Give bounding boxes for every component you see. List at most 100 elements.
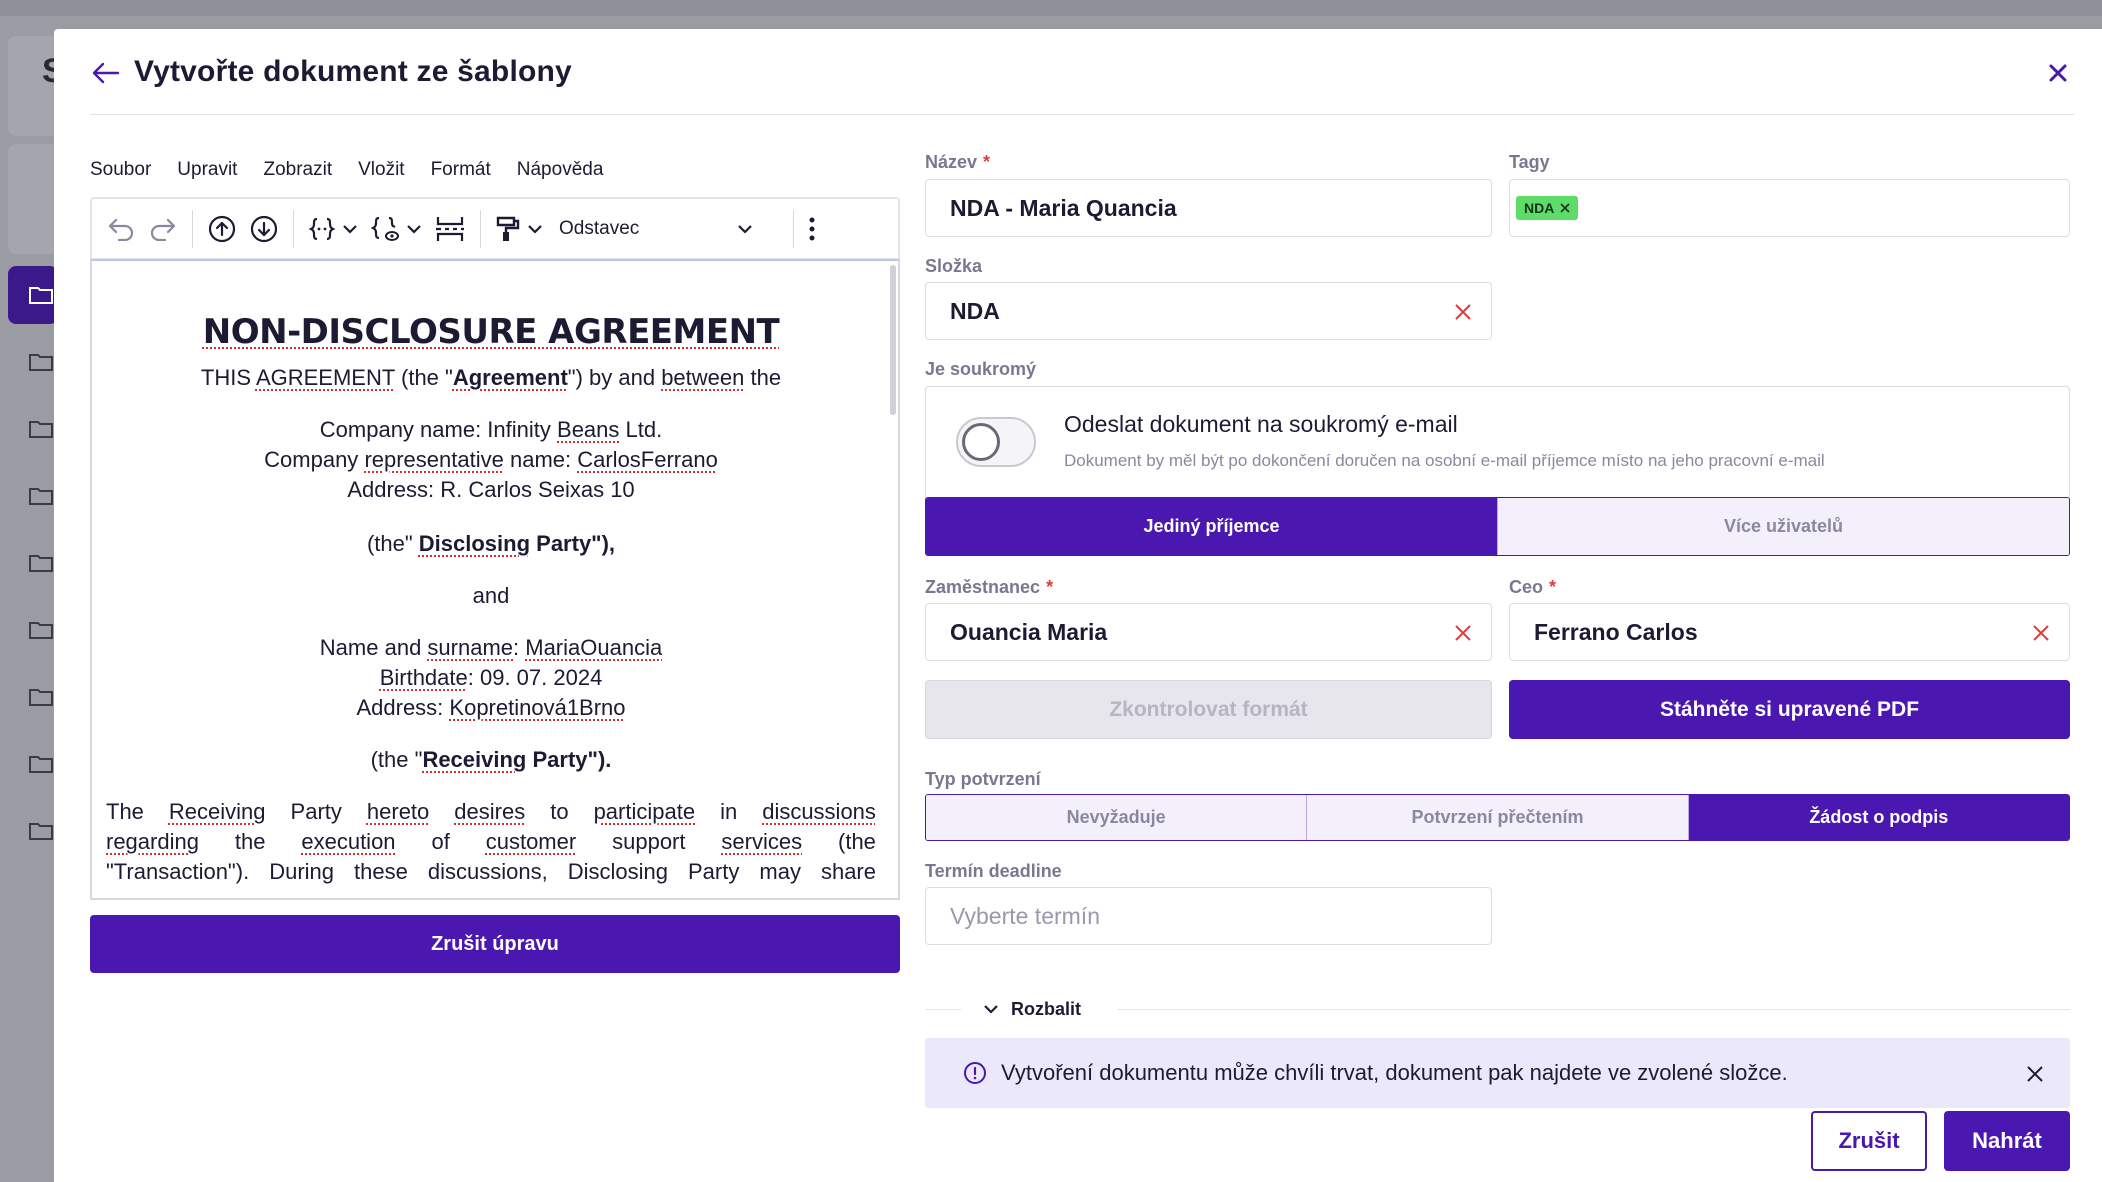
doc-company-address: Address: R. Carlos Seixas 10 [347,477,635,502]
back-button[interactable] [90,57,122,89]
private-label: Je soukromý [925,359,1037,379]
doc-receiving-party: (the "Receiving Party"). [370,747,612,772]
info-banner: Vytvoření dokumentu může chvíli trvat, d… [925,1038,2070,1108]
tag-chip: NDA [1516,196,1579,220]
block-format-select[interactable]: Odstavec [549,209,765,249]
folder-icon [28,486,54,506]
ceo-select[interactable]: Ferrano Carlos [1509,603,2070,661]
doc-person-name: Name and surname: MariaOuancia [319,635,663,660]
undo-button[interactable] [100,209,142,249]
document-editor[interactable]: NON-DISCLOSURE AGREEMENT THIS AGREEMENT … [90,259,900,900]
create-document-modal: Vytvořte dokument ze šablony Soubor Upra… [54,29,2102,1182]
document-heading: NON-DISCLOSURE AGREEMENT [202,312,780,352]
folder-icon [28,687,54,707]
folder-icon [28,419,54,439]
menu-format[interactable]: Formát [431,159,517,189]
confirm-read-tab[interactable]: Potvrzení přečtením [1306,795,1688,840]
menu-vlozit[interactable]: Vložit [358,159,430,189]
chevron-down-icon [528,224,542,234]
private-email-toggle[interactable] [956,417,1036,467]
toolbar-separator [293,209,294,248]
doc-company-name: Company name: Infinity Beans Ltd. [319,417,663,442]
clear-icon[interactable] [1453,623,1473,643]
download-button[interactable] [243,209,285,249]
curly-braces-icon [308,217,336,240]
upload-button[interactable] [201,209,243,249]
folder-icon [28,352,54,372]
document-content: NON-DISCLOSURE AGREEMENT THIS AGREEMENT … [106,311,876,887]
multi-user-tab[interactable]: Více uživatelů [1497,498,2069,555]
tags-label: Tagy [1509,152,1550,172]
menu-soubor[interactable]: Soubor [90,159,177,189]
cancel-button[interactable]: Zrušit [1811,1111,1927,1171]
format-painter-button[interactable] [489,209,549,249]
doc-and: and [472,583,510,608]
chevron-down-icon [984,1005,998,1014]
editor-menubar: Soubor Upravit Zobrazit Vložit Formát Ná… [90,159,629,189]
close-button[interactable] [2042,57,2074,89]
toolbar-separator [192,209,193,248]
more-options-button[interactable] [802,209,822,249]
close-icon [2027,1066,2043,1082]
curly-braces-eye-icon [370,216,399,241]
arrow-up-circle-icon [208,215,236,242]
employee-label: Zaměstnanec * [925,577,1054,597]
doc-paragraph-line: "Transaction"). During these discussions… [106,859,876,884]
redo-button[interactable] [142,209,184,249]
employee-select[interactable]: Ouancia Maria [925,603,1492,661]
menu-upravit[interactable]: Upravit [177,159,263,189]
doc-company-rep: Company representative name: CarlosFerra… [264,447,718,472]
page-break-button[interactable] [428,209,472,249]
menu-zobrazit[interactable]: Zobrazit [263,159,358,189]
folder-icon [28,285,54,305]
clear-icon[interactable] [2031,623,2051,643]
close-icon[interactable] [1560,203,1570,213]
redo-icon [150,218,176,241]
confirm-type-toggle: Nevyžaduje Potvrzení přečtením Žádost o … [925,794,2070,841]
folder-icon [28,754,54,774]
folder-icon [28,553,54,573]
editor-toolbar: Odstavec [90,197,900,259]
clear-icon[interactable] [1453,302,1473,322]
insert-variable-button[interactable] [302,209,364,249]
doc-paragraph-line: The Receiving Party hereto desires to pa… [106,799,876,824]
name-input[interactable]: NDA - Maria Quancia [925,179,1492,237]
background-sidebar [0,16,68,1182]
tags-input[interactable]: NDA [1509,179,2070,237]
folder-select[interactable]: NDA [925,282,1492,340]
deadline-input[interactable]: Vyberte termín [925,887,1492,945]
chevron-down-icon [738,224,752,234]
menu-napoveda[interactable]: Nápověda [517,159,630,189]
name-label: Název * [925,152,991,172]
confirm-signature-tab[interactable]: Žádost o podpis [1687,795,2069,840]
confirm-type-label: Typ potvrzení [925,769,1041,789]
doc-intro: THIS AGREEMENT (the "Agreement") by and … [200,365,782,390]
page-break-icon [436,216,464,241]
cancel-edit-button[interactable]: Zrušit úpravu [90,915,900,973]
upload-submit-button[interactable]: Nahrát [1944,1111,2070,1171]
info-text: Vytvoření dokumentu může chvíli trvat, d… [1001,1060,1788,1085]
block-format-value: Odstavec [559,217,640,239]
expand-button[interactable]: Rozbalit [983,994,1081,1024]
private-email-option: Odeslat dokument na soukromý e-mail Doku… [925,386,2070,507]
expand-section: Rozbalit [925,994,2070,1024]
download-pdf-button[interactable]: Stáhněte si upravené PDF [1509,680,2070,739]
private-email-description: Dokument by měl být po dokončení doručen… [1064,451,1825,470]
insert-variable-view-button[interactable] [364,209,428,249]
folder-label: Složka [925,256,983,276]
ceo-label: Ceo * [1509,577,1557,597]
folder-icon [28,821,54,841]
editor-scrollbar[interactable] [890,265,896,415]
undo-icon [108,218,134,241]
dismiss-info-button[interactable] [2026,1063,2044,1089]
private-email-title: Odeslat dokument na soukromý e-mail [1064,411,1458,437]
close-icon [2049,64,2067,82]
doc-paragraph-line: regarding the execution of customer supp… [106,829,876,854]
paint-roller-icon [496,216,520,241]
confirm-none-tab[interactable]: Nevyžaduje [926,795,1307,840]
doc-person-address: Address: Kopretinová1Brno [356,695,626,720]
single-recipient-tab[interactable]: Jediný příjemce [926,498,1497,555]
check-format-button[interactable]: Zkontrolovat formát [925,680,1492,739]
chevron-down-icon [407,224,421,234]
doc-birthdate: Birthdate: 09. 07. 2024 [379,665,603,690]
